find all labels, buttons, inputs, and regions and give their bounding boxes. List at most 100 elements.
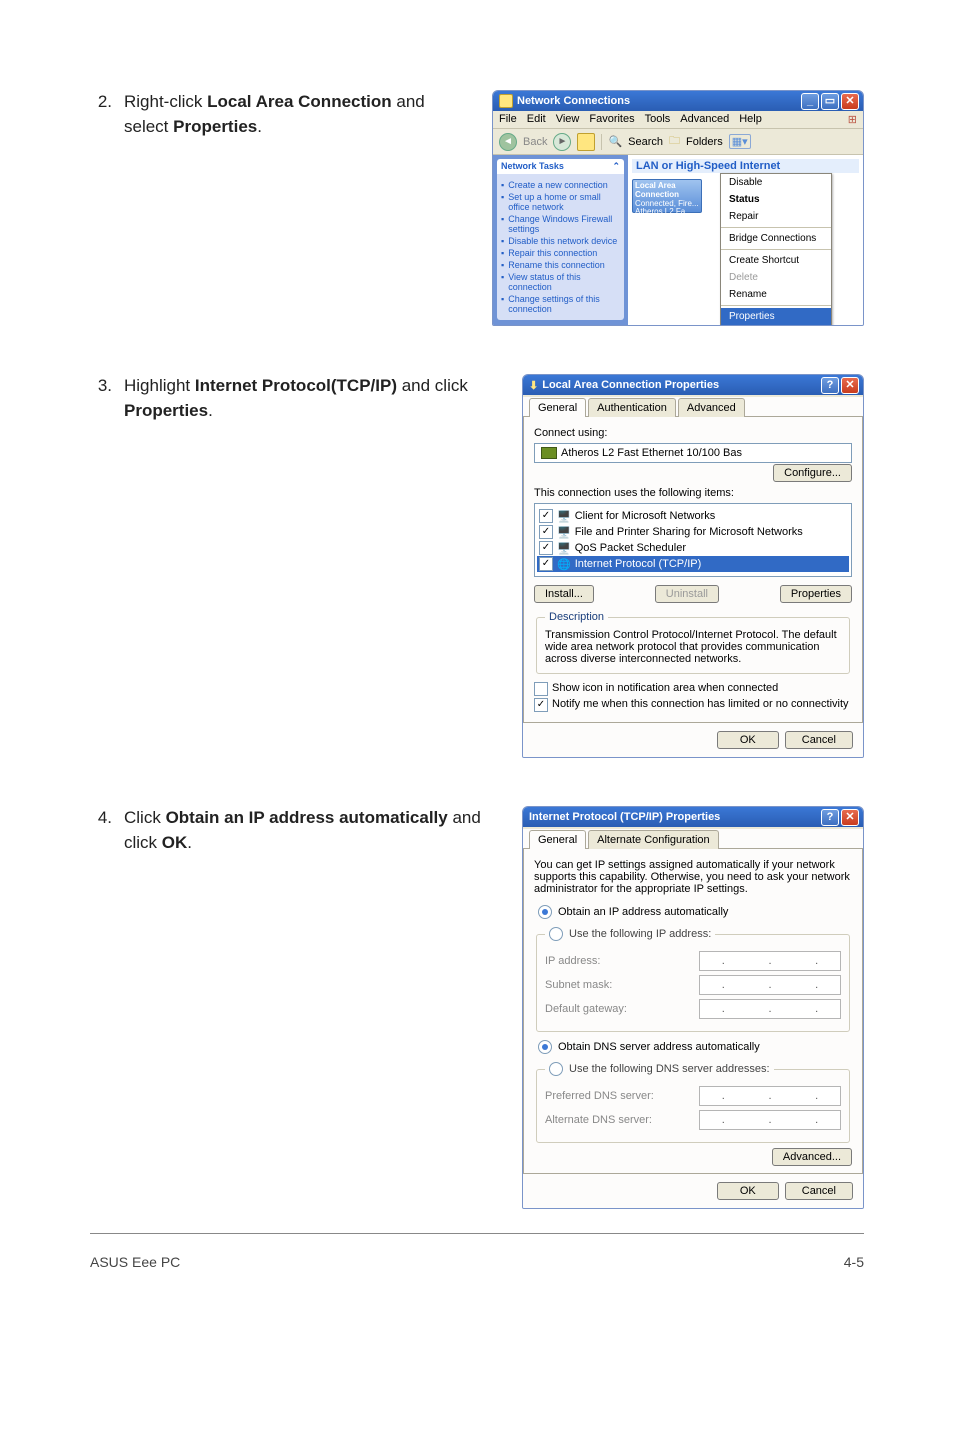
lan-connection-icon[interactable]: Local Area Connection Connected, Fire...… (632, 179, 702, 213)
cancel-button[interactable]: Cancel (785, 1182, 853, 1200)
task-firewall[interactable]: ▪Change Windows Firewall settings (501, 214, 620, 234)
network-connections-window: Network Connections _ ▭ ✕ File Edit View… (492, 90, 864, 326)
ctx-rename[interactable]: Rename (721, 286, 831, 303)
description-text: Transmission Control Protocol/Internet P… (545, 629, 841, 665)
back-button[interactable]: ◄ (499, 133, 517, 151)
checkbox-icon[interactable] (539, 557, 553, 571)
adns-label: Alternate DNS server: (545, 1114, 652, 1126)
notify-checkbox[interactable] (534, 698, 548, 712)
step2-text: Right-click Local Area Connection and se… (124, 90, 468, 139)
task-status[interactable]: ▪View status of this connection (501, 272, 620, 292)
tab-general[interactable]: General (529, 398, 586, 417)
task-create[interactable]: ▪Create a new connection (501, 180, 620, 190)
ctx-properties[interactable]: Properties (721, 308, 831, 325)
menu-favorites[interactable]: Favorites (589, 113, 634, 126)
radio-ip-manual-label: Use the following IP address: (569, 928, 711, 940)
show-icon-label: Show icon in notification area when conn… (552, 682, 778, 694)
radio-ip-auto-label: Obtain an IP address automatically (558, 906, 728, 918)
task-setup[interactable]: ▪Set up a home or small office network (501, 192, 620, 212)
uninstall-button: Uninstall (655, 585, 719, 603)
task-rename[interactable]: ▪Rename this connection (501, 260, 620, 270)
comp-icon: 🌐 (557, 558, 571, 571)
ok-button[interactable]: OK (717, 1182, 779, 1200)
cancel-button[interactable]: Cancel (785, 731, 853, 749)
menubar: File Edit View Favorites Tools Advanced … (493, 111, 863, 129)
menu-view[interactable]: View (556, 113, 580, 126)
ip-input: ... (699, 951, 841, 971)
tab-adv[interactable]: Advanced (678, 398, 745, 417)
maximize-button[interactable]: ▭ (821, 93, 839, 110)
ctx-shortcut[interactable]: Create Shortcut (721, 252, 831, 269)
mask-label: Subnet mask: (545, 979, 612, 991)
ctx-status[interactable]: Status (721, 191, 831, 208)
task-repair[interactable]: ▪Repair this connection (501, 248, 620, 258)
menu-file[interactable]: File (499, 113, 517, 126)
ctx-disable[interactable]: Disable (721, 174, 831, 191)
close-button[interactable]: ✕ (841, 377, 859, 394)
menu-tools[interactable]: Tools (645, 113, 671, 126)
ip-label: IP address: (545, 955, 600, 967)
radio-dns-manual-label: Use the following DNS server addresses: (569, 1063, 770, 1075)
tab-general[interactable]: General (529, 830, 586, 849)
ctx-delete: Delete (721, 269, 831, 286)
dialog-title: Internet Protocol (TCP/IP) Properties (529, 811, 720, 823)
show-icon-checkbox[interactable] (534, 682, 548, 696)
configure-button[interactable]: Configure... (773, 464, 852, 482)
minimize-button[interactable]: _ (801, 93, 819, 110)
gw-input: ... (699, 999, 841, 1019)
radio-dns-manual[interactable] (549, 1062, 563, 1076)
collapse-icon[interactable]: ⌃ (612, 161, 620, 172)
folders-icon[interactable]: 🗀 (669, 132, 680, 151)
nc-icon (499, 94, 513, 108)
views-icon[interactable]: ▦▾ (729, 134, 751, 149)
pdns-label: Preferred DNS server: (545, 1090, 654, 1102)
radio-ip-manual[interactable] (549, 927, 563, 941)
tcpip-properties-dialog: Internet Protocol (TCP/IP) Properties ? … (522, 806, 864, 1209)
task-disable[interactable]: ▪Disable this network device (501, 236, 620, 246)
checkbox-icon[interactable] (539, 541, 553, 555)
search-icon[interactable]: 🔍 (608, 135, 622, 148)
step-number: 2. (90, 90, 112, 139)
lac-properties-dialog: ⬇ Local Area Connection Properties ? ✕ G… (522, 374, 864, 758)
step4-text: Click Obtain an IP address automatically… (124, 806, 498, 855)
menu-advanced[interactable]: Advanced (680, 113, 729, 126)
side-tasks-title: Network Tasks (501, 161, 564, 172)
close-button[interactable]: ✕ (841, 809, 859, 826)
properties-button[interactable]: Properties (780, 585, 852, 603)
ok-button[interactable]: OK (717, 731, 779, 749)
components-list[interactable]: 🖥️Client for Microsoft Networks 🖥️File a… (534, 503, 852, 577)
mask-input: ... (699, 975, 841, 995)
comp-icon: 🖥️ (557, 510, 571, 523)
window-title: Network Connections (517, 95, 630, 107)
gw-label: Default gateway: (545, 1003, 627, 1015)
ctx-repair[interactable]: Repair (721, 208, 831, 225)
step-number: 3. (90, 374, 112, 423)
xp-flag-icon: ⊞ (848, 113, 857, 126)
tcpip-blurb: You can get IP settings assigned automat… (534, 859, 852, 895)
comp-icon: 🖥️ (557, 542, 571, 555)
search-label: Search (628, 136, 663, 148)
advanced-button[interactable]: Advanced... (772, 1148, 852, 1166)
task-settings[interactable]: ▪Change settings of this connection (501, 294, 620, 314)
uses-label: This connection uses the following items… (534, 487, 852, 499)
help-button[interactable]: ? (821, 377, 839, 394)
radio-dns-auto[interactable] (538, 1040, 552, 1054)
ctx-bridge[interactable]: Bridge Connections (721, 230, 831, 247)
up-button[interactable] (577, 133, 595, 151)
back-label: Back (523, 136, 547, 148)
tab-auth[interactable]: Authentication (588, 398, 676, 417)
radio-dns-auto-label: Obtain DNS server address automatically (558, 1041, 760, 1053)
checkbox-icon[interactable] (539, 525, 553, 539)
lan-icon: ⬇ (529, 379, 538, 392)
tab-altconfig[interactable]: Alternate Configuration (588, 830, 719, 849)
checkbox-icon[interactable] (539, 509, 553, 523)
help-button[interactable]: ? (821, 809, 839, 826)
forward-button[interactable]: ► (553, 133, 571, 151)
pdns-input: ... (699, 1086, 841, 1106)
nic-icon (541, 447, 557, 459)
install-button[interactable]: Install... (534, 585, 594, 603)
menu-edit[interactable]: Edit (527, 113, 546, 126)
close-button[interactable]: ✕ (841, 93, 859, 110)
menu-help[interactable]: Help (739, 113, 762, 126)
radio-ip-auto[interactable] (538, 905, 552, 919)
